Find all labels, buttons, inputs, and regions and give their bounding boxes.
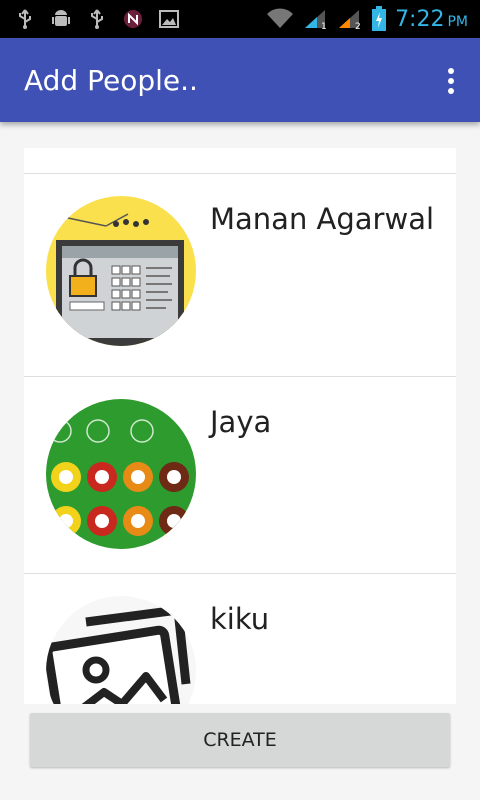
svg-text:1: 1	[321, 22, 327, 30]
create-button[interactable]: CREATE	[30, 713, 450, 767]
page-title: Add People..	[24, 63, 198, 97]
status-left-icons	[0, 0, 180, 38]
usb-icon	[86, 8, 108, 30]
battery-charging-icon	[371, 6, 387, 31]
usb-icon	[14, 8, 36, 30]
image-icon	[158, 8, 180, 30]
app-bar: Add People..	[0, 38, 480, 122]
person-name: Jaya	[210, 405, 272, 439]
people-list[interactable]: Manan Agarwal Jaya kiku	[24, 148, 456, 704]
lockbox-puzzle-avatar	[46, 196, 196, 346]
status-right-icons: 1 2 7:22 PM	[265, 0, 468, 38]
status-bar: 1 2 7:22 PM	[0, 0, 480, 38]
list-item-partial	[24, 148, 456, 174]
person-list-item[interactable]: Jaya	[24, 377, 456, 574]
person-list-item[interactable]: Manan Agarwal	[24, 174, 456, 377]
overflow-menu-icon[interactable]	[440, 66, 462, 96]
person-name: Manan Agarwal	[210, 202, 435, 236]
status-clock: 7:22 PM	[395, 6, 468, 32]
notification-n-icon	[122, 8, 144, 30]
signal-sim1-icon: 1	[303, 8, 329, 30]
android-debug-icon	[50, 8, 72, 30]
person-list-item[interactable]: kiku	[24, 574, 456, 704]
person-name: kiku	[210, 602, 270, 636]
signal-sim2-icon: 2	[337, 8, 363, 30]
wifi-icon	[265, 8, 295, 30]
svg-text:2: 2	[355, 22, 361, 30]
billiard-balls-avatar	[46, 399, 196, 549]
image-placeholder-avatar	[46, 596, 196, 704]
